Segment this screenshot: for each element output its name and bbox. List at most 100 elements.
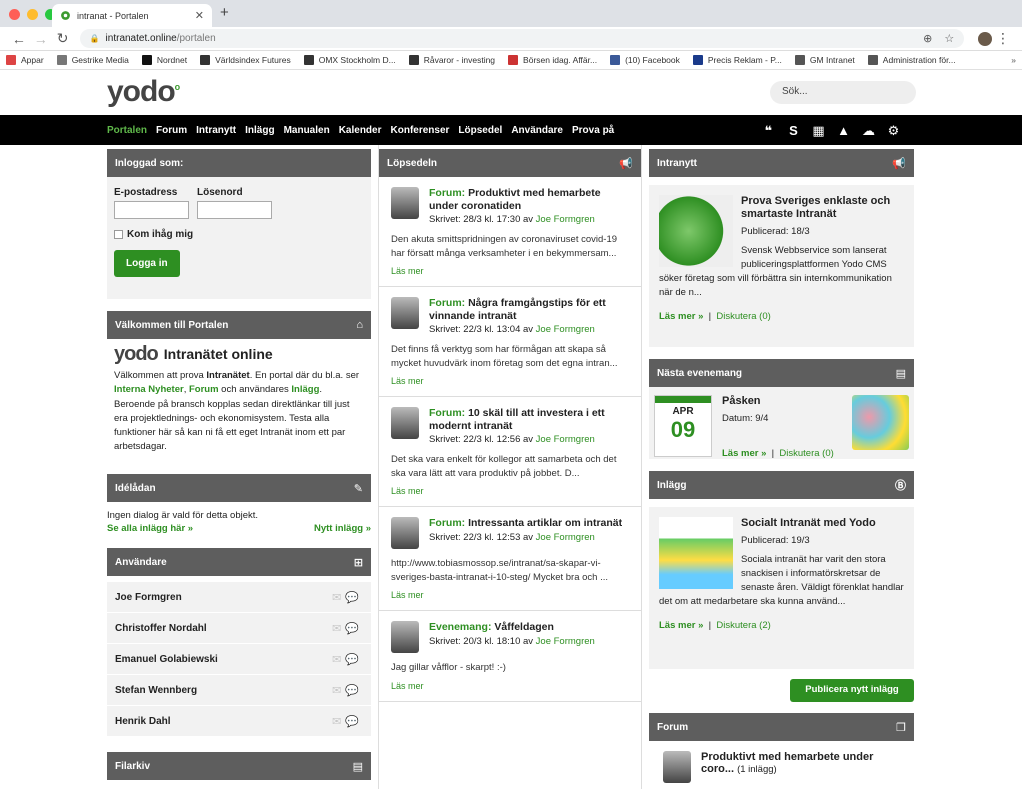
bookmark-item[interactable]: (10) Facebook [610, 55, 680, 65]
remember-checkbox[interactable]: Kom ihåg mig [114, 229, 364, 240]
post-author-link[interactable]: Joe Formgren [536, 434, 595, 445]
minimize-window-button[interactable] [27, 9, 38, 20]
nav-item[interactable]: Prova på [572, 125, 614, 136]
bookmark-item[interactable]: Råvaror - investing [408, 55, 495, 65]
reload-icon[interactable]: ↻ [52, 30, 74, 47]
nav-item[interactable]: Portalen [107, 125, 147, 136]
user-name[interactable]: Christoffer Nordahl [115, 623, 207, 634]
bookmark-item[interactable]: Administration för... [867, 55, 956, 65]
bookmark-item[interactable]: Världsindex Futures [200, 55, 291, 65]
cloud-icon[interactable]: ☁ [860, 122, 877, 139]
post-author-link[interactable]: Joe Formgren [536, 532, 595, 543]
email-field[interactable] [114, 201, 189, 219]
close-tab-icon[interactable]: ✕ [195, 9, 204, 22]
mail-icon[interactable]: ✉ [332, 592, 345, 604]
nav-item[interactable]: Manualen [284, 125, 330, 136]
yodo-logo[interactable]: yodoo [107, 75, 180, 109]
nav-item[interactable]: Användare [511, 125, 563, 136]
chat-icon[interactable]: 💬 [345, 623, 363, 635]
event-name[interactable]: Påsken [722, 395, 834, 407]
new-tab-icon[interactable]: + [220, 4, 229, 21]
user-name[interactable]: Joe Formgren [115, 592, 182, 603]
login-button[interactable]: Logga in [114, 250, 180, 277]
user-name[interactable]: Emanuel Golabiewski [115, 654, 218, 665]
intranytt-read-more[interactable]: Läs mer » [659, 311, 703, 322]
read-more-link[interactable]: Läs mer [391, 266, 629, 276]
chat-icon[interactable]: 💬 [345, 685, 363, 697]
link-interna-nyheter[interactable]: Interna Nyheter [114, 384, 184, 395]
bookmark-item[interactable]: Börsen idag. Affär... [508, 55, 597, 65]
all-posts-link[interactable]: Se alla inlägg här » [107, 523, 193, 534]
event-discuss[interactable]: Diskutera (0) [779, 448, 833, 459]
nav-item[interactable]: Löpsedel [458, 125, 502, 136]
read-more-link[interactable]: Läs mer [391, 376, 629, 386]
password-field[interactable] [197, 201, 272, 219]
link-forum[interactable]: Forum [189, 384, 219, 395]
user-row[interactable]: Emanuel Golabiewski ✉💬 [107, 644, 371, 676]
link-inlagg[interactable]: Inlägg [291, 384, 319, 395]
nav-item[interactable]: Forum [156, 125, 187, 136]
bookmark-item[interactable]: Precis Reklam - P... [692, 55, 782, 65]
post-author-link[interactable]: Joe Formgren [536, 214, 595, 225]
post-title[interactable]: Forum: Intressanta artiklar om intranät [429, 517, 622, 530]
read-more-link[interactable]: Läs mer [391, 590, 629, 600]
post-title[interactable]: Forum: Några framgångstips för ett vinna… [429, 297, 629, 322]
user-name[interactable]: Stefan Wennberg [115, 685, 197, 696]
user-row[interactable]: Henrik Dahl ✉💬 [107, 706, 371, 738]
address-bar[interactable]: 🔒 intranatet.online/portalen ⊕ ☆ [79, 29, 965, 48]
drive-icon[interactable]: ▲ [835, 122, 852, 139]
mail-icon[interactable]: ✉ [332, 623, 345, 635]
bookmark-star-icon[interactable]: ☆ [944, 32, 954, 45]
search-input[interactable]: Sök... [770, 81, 916, 104]
new-post-link[interactable]: Nytt inlägg » [314, 523, 371, 534]
inlagg-read-more[interactable]: Läs mer » [659, 620, 703, 631]
bookmark-item[interactable]: GM Intranet [794, 55, 855, 65]
more-bookmarks-icon[interactable]: » [1011, 55, 1016, 65]
publish-post-button[interactable]: Publicera nytt inlägg [790, 679, 914, 702]
menu-icon[interactable]: ⋮ [992, 30, 1014, 47]
nav-item[interactable]: Kalender [339, 125, 382, 136]
zoom-icon[interactable]: ⊕ [923, 32, 932, 45]
user-row[interactable]: Christoffer Nordahl ✉💬 [107, 613, 371, 645]
mail-icon[interactable]: ✉ [332, 685, 345, 697]
author-avatar [391, 407, 419, 439]
mail-icon[interactable]: ✉ [332, 716, 345, 728]
page-body: Inloggad som: E-postadress Lösenord Kom i… [0, 145, 1022, 793]
close-window-button[interactable] [9, 9, 20, 20]
calculator-icon[interactable]: ▦ [810, 122, 827, 139]
nav-item[interactable]: Inlägg [245, 125, 274, 136]
post-title[interactable]: Forum: Produktivt med hemarbete under co… [429, 187, 629, 212]
nav-item[interactable]: Intranytt [196, 125, 236, 136]
gear-icon[interactable]: ⚙ [885, 122, 902, 139]
chat-icon[interactable]: 💬 [345, 716, 363, 728]
post-title[interactable]: Evenemang: Våffeldagen [429, 621, 595, 634]
bookmark-item[interactable]: Nordnet [141, 55, 187, 65]
comment-icon[interactable]: ❝ [760, 122, 777, 139]
post-author-link[interactable]: Joe Formgren [536, 636, 595, 647]
read-more-link[interactable]: Läs mer [391, 486, 629, 496]
bookmark-item[interactable]: OMX Stockholm D... [303, 55, 396, 65]
mail-icon[interactable]: ✉ [332, 654, 345, 666]
bookmark-item[interactable]: Appar [6, 55, 44, 65]
user-row[interactable]: Joe Formgren ✉💬 [107, 582, 371, 614]
bookmark-item[interactable]: Gestrike Media [56, 55, 129, 65]
intranytt-discuss[interactable]: Diskutera (0) [716, 311, 770, 322]
right-column: Intranytt 📢 Prova Sveriges enklaste och s… [649, 145, 914, 793]
browser-tab[interactable]: intranat - Portalen ✕ [52, 4, 212, 27]
inlagg-discuss[interactable]: Diskutera (2) [716, 620, 770, 631]
post-title[interactable]: Forum: 10 skäl till att investera i ett … [429, 407, 629, 432]
forum-item[interactable]: Produktivt med hemarbete under coro... (… [649, 741, 914, 793]
user-row[interactable]: Stefan Wennberg ✉💬 [107, 675, 371, 707]
chat-icon[interactable]: 💬 [345, 592, 363, 604]
forum-item-title[interactable]: Produktivt med hemarbete under coro... [701, 751, 873, 775]
profile-avatar[interactable] [978, 31, 993, 46]
read-more-link[interactable]: Läs mer [391, 681, 629, 691]
skype-icon[interactable]: S [785, 122, 802, 139]
back-icon[interactable]: ← [8, 31, 30, 47]
nav-item[interactable]: Konferenser [391, 125, 450, 136]
event-read-more[interactable]: Läs mer » [722, 448, 766, 459]
user-name[interactable]: Henrik Dahl [115, 716, 171, 727]
forward-icon[interactable]: → [30, 31, 52, 47]
chat-icon[interactable]: 💬 [345, 654, 363, 666]
post-author-link[interactable]: Joe Formgren [536, 324, 595, 335]
